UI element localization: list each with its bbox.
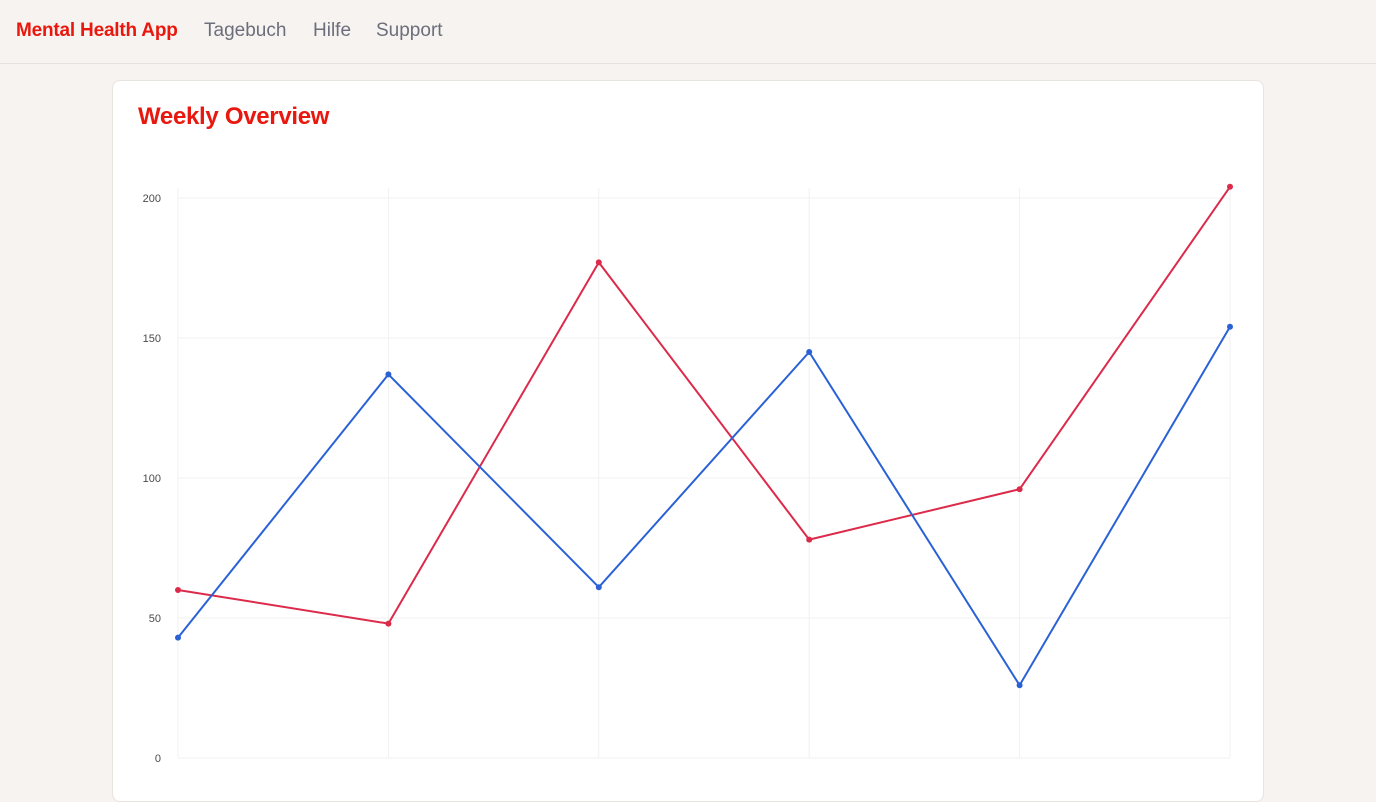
y-tick-label: 0 bbox=[155, 753, 161, 765]
series-1-point bbox=[1016, 486, 1023, 493]
nav-link-support[interactable]: Support bbox=[376, 20, 443, 42]
series-1-point bbox=[595, 259, 602, 266]
nav-link-tagebuch[interactable]: Tagebuch bbox=[204, 20, 286, 42]
series-2-point bbox=[385, 371, 392, 378]
y-tick-label: 150 bbox=[143, 333, 161, 345]
nav-link-hilfe[interactable]: Hilfe bbox=[313, 20, 351, 42]
top-navigation-bar: Mental Health App Tagebuch Hilfe Support bbox=[0, 0, 1376, 64]
series-2-point bbox=[1016, 682, 1023, 689]
weekly-overview-card: Weekly Overview 0 50 100 150 200 bbox=[112, 80, 1264, 802]
series-1-point bbox=[385, 620, 392, 627]
series-2-point bbox=[595, 584, 602, 591]
y-tick-label: 50 bbox=[149, 613, 161, 625]
series-2-point bbox=[1227, 323, 1233, 330]
series-line-2 bbox=[177, 326, 1231, 687]
y-tick-label: 100 bbox=[143, 473, 161, 485]
line-chart: 0 50 100 150 200 bbox=[143, 183, 1233, 765]
series-1-point bbox=[175, 587, 181, 593]
series-1-point bbox=[1227, 183, 1233, 190]
brand-link[interactable]: Mental Health App bbox=[16, 20, 178, 42]
series-2-point bbox=[806, 349, 813, 355]
series-line-1 bbox=[177, 186, 1231, 625]
series-1-point bbox=[806, 536, 813, 543]
series-2-point bbox=[175, 634, 181, 641]
y-tick-label: 200 bbox=[143, 193, 161, 205]
